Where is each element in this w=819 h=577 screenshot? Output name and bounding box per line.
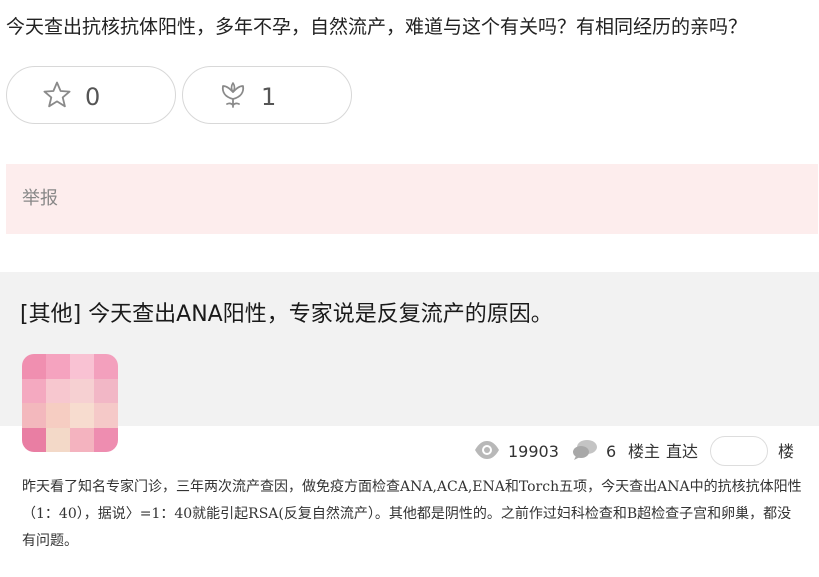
flower-button[interactable]: 1 [182, 66, 352, 124]
star-outline-icon [41, 80, 73, 110]
comments-count: 6 [606, 442, 617, 461]
views-count: 19903 [508, 442, 559, 461]
flower-count: 1 [261, 83, 277, 111]
floor-suffix: 楼 [778, 442, 795, 461]
post-title: [其他] 今天查出ANA阳性，专家说是反复流产的原因。 [20, 302, 553, 327]
like-button[interactable]: 0 [6, 66, 176, 124]
like-count: 0 [85, 83, 101, 111]
question-title: 今天查出抗核抗体阳性，多年不孕，自然流产，难道与这个有关吗？有相同经历的亲吗？ [6, 16, 748, 38]
avatar[interactable] [22, 354, 118, 452]
report-link[interactable]: 举报 [22, 188, 58, 210]
flower-icon [217, 80, 249, 110]
chat-bubbles-icon[interactable] [572, 439, 598, 461]
post-card: [其他] 今天查出ANA阳性，专家说是反复流产的原因。 19903 6 楼主 直… [0, 272, 819, 577]
goto-floor-label: 直达 [666, 442, 699, 461]
eye-icon [474, 440, 500, 460]
owner-only-link[interactable]: 楼主 [628, 442, 660, 462]
post-body-text: 昨天看了知名专家门诊，三年两次流产查因，做免疫方面检查ANA,ACA,ENA和T… [22, 479, 802, 549]
floor-number-input[interactable] [710, 436, 768, 466]
report-bar: 举报 [6, 164, 818, 234]
